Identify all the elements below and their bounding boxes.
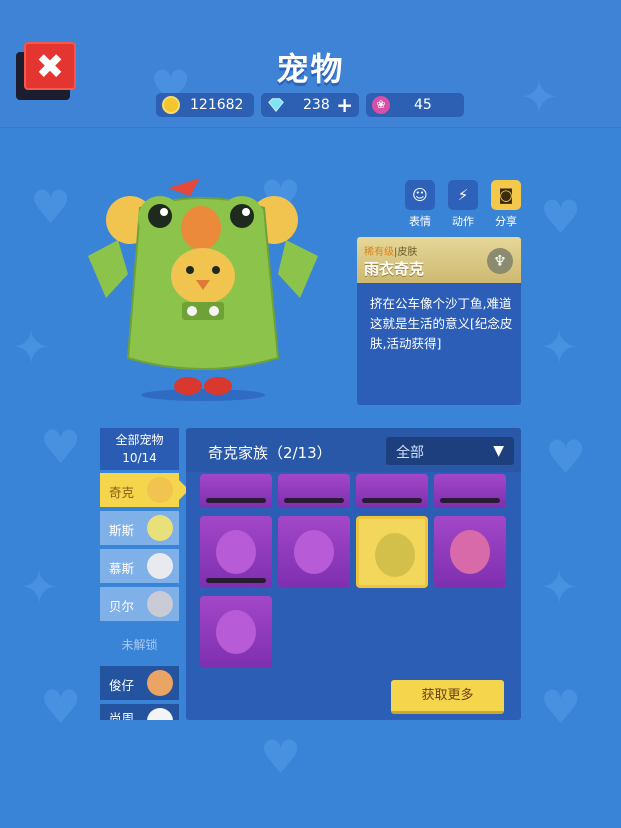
heart-bg-icon: ♥	[40, 420, 82, 474]
all-pets-count: 10/14	[122, 451, 157, 465]
sidebar-item-label: 尚周	[109, 711, 135, 720]
chevron-down-icon: ▼	[493, 443, 504, 459]
rabbit-bg-icon: ✦	[12, 320, 51, 374]
skins-panel: 奇克家族（2/13） 全部 ▼	[186, 428, 521, 720]
snake-avatar	[147, 515, 173, 541]
skin-slot[interactable]	[356, 474, 428, 508]
skin-slot-bar	[284, 498, 344, 503]
dog-avatar	[147, 670, 173, 696]
skin-description: 挤在公车像个沙丁鱼,难道这就是生活的意义[纪念皮肤,活动获得]	[370, 296, 513, 351]
skin-thumbnail	[450, 530, 490, 574]
diamond-icon	[268, 98, 284, 113]
sidebar-item-label: 慕斯	[109, 561, 135, 576]
sidebar-item-beier[interactable]: 贝尔	[100, 587, 179, 621]
pet-screen: { "header": { "title": "宠物" }, "currency…	[0, 0, 621, 828]
skin-info-card: 稀有级|皮肤 雨衣奇克 ♆ 挤在公车像个沙丁鱼,难道这就是生活的意义[纪念皮肤,…	[357, 237, 521, 405]
emote-label: 表情	[409, 215, 431, 228]
coin-icon	[162, 96, 180, 114]
skin-thumbnail	[375, 533, 415, 577]
sidebar-item-junzai[interactable]: 俊仔	[100, 666, 179, 700]
skin-slot-selected[interactable]	[356, 516, 428, 588]
page-title: 宠物	[276, 50, 345, 88]
gem-counter: 238 +	[261, 93, 359, 117]
share-button[interactable]: ◙	[491, 180, 521, 210]
all-pets-header: 全部宠物 10/14	[100, 428, 179, 470]
skin-name: 雨衣奇克	[364, 260, 425, 278]
sheep-avatar	[147, 708, 173, 720]
action-button[interactable]: ⚡	[448, 180, 478, 210]
rabbit-bg-icon: ✦	[20, 560, 59, 614]
skin-slot[interactable]	[434, 474, 506, 508]
skins-panel-header: 奇克家族（2/13） 全部 ▼	[186, 428, 521, 472]
family-title: 奇克家族（2/13）	[208, 444, 332, 462]
lotus-counter: ❀ 45	[366, 93, 464, 117]
heart-bg-icon: ♥	[260, 730, 302, 784]
get-more-button[interactable]: 获取更多	[391, 680, 504, 714]
share-label: 分享	[495, 215, 517, 228]
skin-slot-bar	[362, 498, 422, 503]
all-pets-label: 全部宠物	[115, 433, 164, 447]
locked-section-label: 未解锁	[121, 638, 158, 652]
heart-bg-icon: ♥	[545, 430, 587, 484]
skin-rarity-line: 稀有级|皮肤	[364, 247, 418, 258]
heart-bg-icon: ♥	[30, 180, 72, 234]
rabbit-bg-icon: ✦	[540, 320, 579, 374]
sidebar-item-label: 贝尔	[109, 599, 135, 614]
skin-slot-bar	[206, 498, 266, 503]
heart-bg-icon: ♥	[540, 190, 582, 244]
skin-thumbnail	[216, 530, 256, 574]
sidebar-item-label: 斯斯	[109, 523, 135, 538]
skin-slot[interactable]	[200, 474, 272, 508]
rabbit-bg-icon: ✦	[540, 560, 579, 614]
lotus-value: 45	[414, 97, 432, 113]
camera-icon: ◙	[498, 186, 514, 204]
skin-type: 皮肤	[397, 247, 418, 258]
skin-slot[interactable]	[200, 596, 272, 668]
mouse-avatar	[147, 553, 173, 579]
sidebar-item-musi[interactable]: 慕斯	[100, 549, 179, 583]
action-label: 动作	[452, 215, 474, 228]
filter-value: 全部	[396, 445, 424, 461]
emote-button[interactable]: ☺	[405, 180, 435, 210]
skin-slot[interactable]	[278, 516, 350, 588]
skin-slot[interactable]	[434, 516, 506, 588]
sidebar-item-qike[interactable]: 奇克	[100, 473, 179, 507]
filter-dropdown[interactable]: 全部 ▼	[386, 437, 514, 465]
add-gems-button[interactable]: +	[336, 93, 353, 117]
sidebar-item-sisi[interactable]: 斯斯	[100, 511, 179, 545]
pet-chick-raincoat	[88, 178, 318, 401]
gem-value: 238	[303, 97, 330, 113]
running-icon: ⚡	[457, 186, 469, 204]
sidebar-item-label: 俊仔	[109, 678, 135, 693]
skin-badge-icon: ♆	[487, 248, 513, 274]
skin-info-header: 稀有级|皮肤 雨衣奇克 ♆	[357, 237, 521, 283]
skin-slot-bar	[206, 578, 266, 583]
skin-rarity: 稀有级	[364, 247, 394, 258]
skin-slot[interactable]	[200, 516, 272, 588]
heart-bg-icon: ♥	[540, 680, 582, 734]
sidebar-item-label: 奇克	[109, 485, 135, 500]
lotus-icon: ❀	[372, 96, 390, 114]
coin-counter: 121682	[156, 93, 254, 117]
chick-avatar	[147, 477, 173, 503]
heart-bg-icon: ♥	[40, 680, 82, 734]
sidebar-item-shangzhou[interactable]: 尚周	[100, 704, 179, 720]
bear-avatar	[147, 591, 173, 617]
coin-value: 121682	[190, 97, 244, 113]
skin-slot[interactable]	[278, 474, 350, 508]
skin-thumbnail	[216, 610, 256, 654]
skin-thumbnail	[294, 530, 334, 574]
chat-bubble-icon: ☺	[412, 186, 428, 204]
skin-slot-bar	[440, 498, 500, 503]
